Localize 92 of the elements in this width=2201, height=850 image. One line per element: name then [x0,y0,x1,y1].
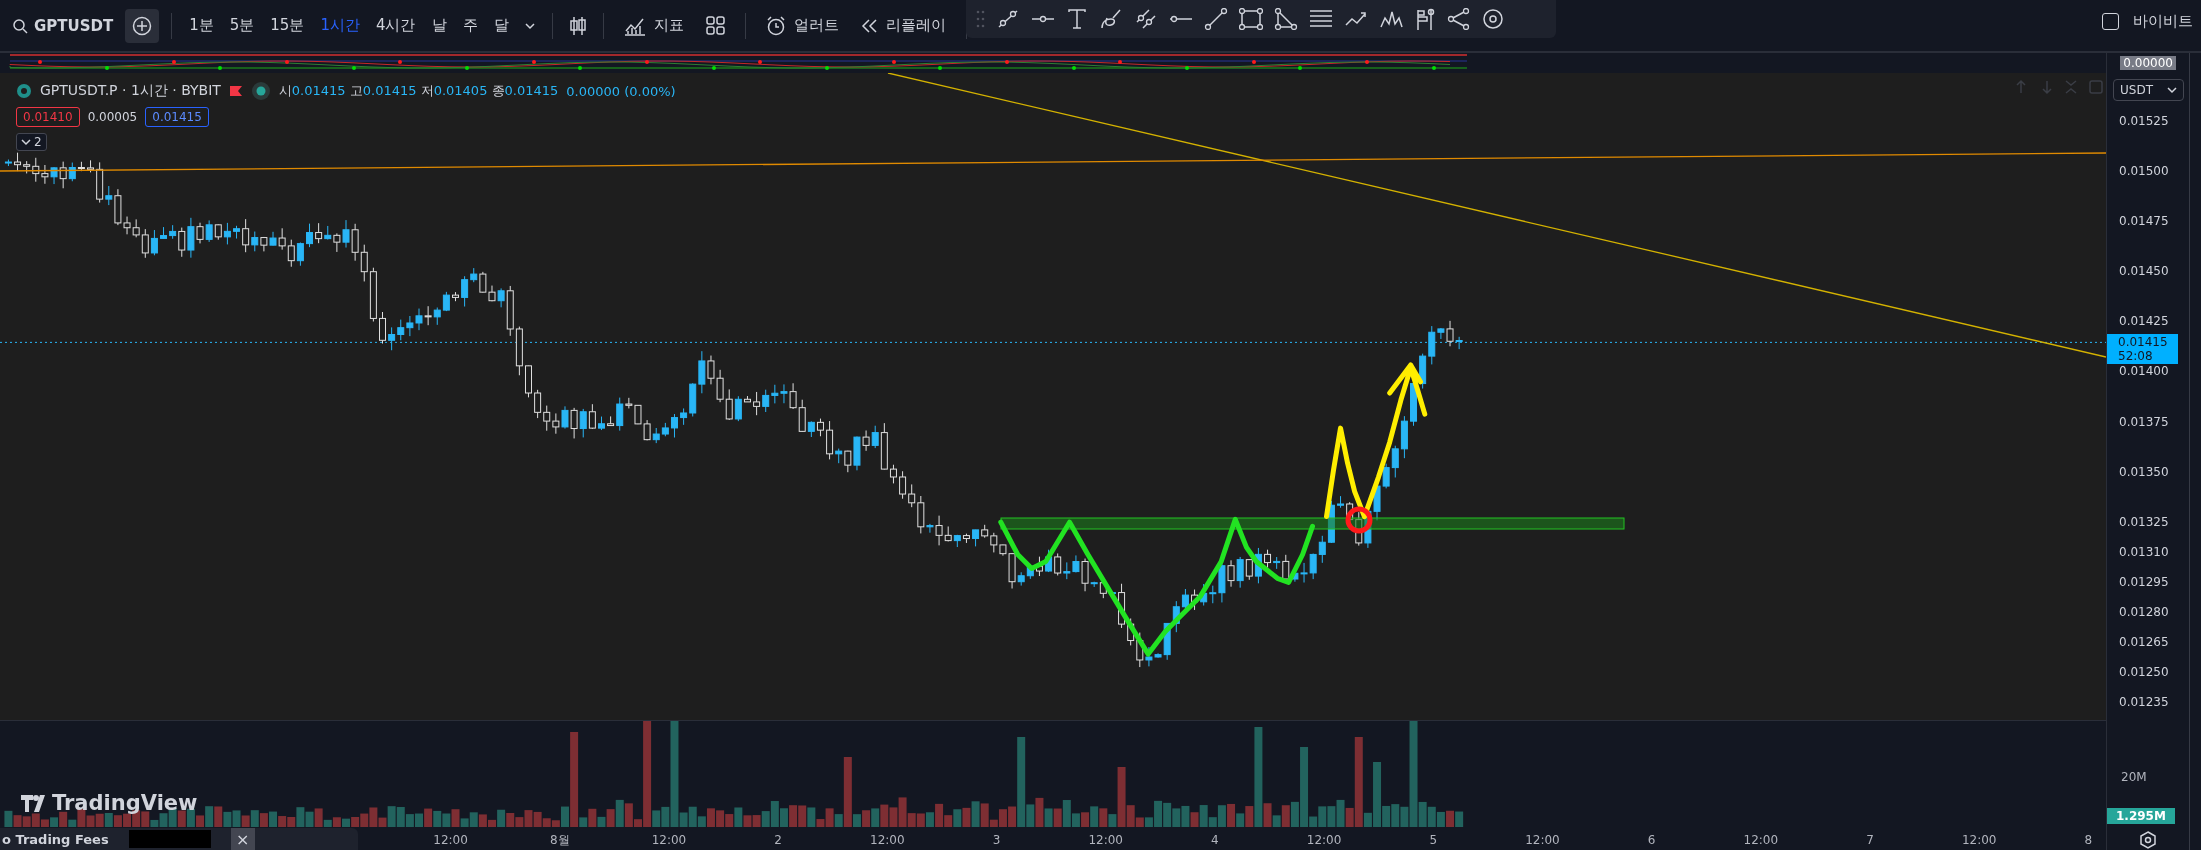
price-tick: 0.01265 [2119,634,2169,649]
price-tick: 0.01425 [2119,314,2169,329]
time-label: 8월 [548,831,571,849]
price-tick: 0.01295 [2119,574,2169,589]
price-tick: 0.01450 [2119,264,2169,279]
interval-button[interactable]: 달 [488,12,514,39]
triangle-icon[interactable] [1274,8,1298,30]
chevron-down-icon [2167,86,2177,94]
w-pattern-stroke[interactable] [998,516,1315,657]
target-icon[interactable] [1482,8,1504,30]
plus-icon [132,15,153,36]
support-zone[interactable] [1000,517,1625,530]
parallel-lines-icon[interactable] [1134,7,1158,31]
time-label: 12:00 [1305,833,1343,847]
checkbox[interactable] [2102,13,2119,30]
time-label: 12:00 [869,833,906,847]
time-label: 12:00 [432,833,469,847]
interval-button[interactable]: 4시간 [370,12,421,39]
status-dot-icon [250,81,271,101]
price-tick: 0.01525 [2119,114,2169,128]
rewind-icon [860,16,878,35]
interval-button[interactable]: 5분 [224,12,260,39]
volume-tick: 20M [2121,770,2147,784]
grid-icon [705,16,725,35]
fibonacci-lines-icon[interactable] [1309,8,1333,30]
interval-button[interactable]: 15분 [265,12,310,39]
time-label: 6 [1646,833,1657,847]
interval-button[interactable]: 주 [457,12,483,39]
price-tick: 0.01475 [2119,214,2169,229]
price-tick: 0.01375 [2119,414,2169,429]
rectangle-icon[interactable] [1239,8,1263,30]
tradingview-logo[interactable]: TradingView [20,791,198,815]
last-volume-label: 1.295M [2107,808,2175,824]
candlestick-icon [568,15,587,36]
time-label: 2 [773,833,783,847]
brush-icon[interactable] [1099,8,1123,30]
time-label: 12:00 [1960,833,1998,847]
price-tick: 0.01250 [2119,664,2169,679]
time-label: 5 [1428,833,1439,847]
time-label: 12:00 [1524,833,1561,847]
indicator-value: 0.00000 [2120,56,2176,70]
interval-button[interactable]: 1시간 [315,12,365,39]
price-tick: 0.01325 [2119,514,2169,529]
horizontal-line[interactable] [0,152,2106,172]
interval-button[interactable]: 1분 [184,12,219,39]
settings-icon[interactable] [2139,831,2158,849]
time-label: 4 [1210,833,1220,847]
price-tick: 0.01280 [2119,604,2169,619]
time-label: 3 [991,833,1002,847]
ohlc-values: 시0.01415 고0.01415 저0.01405 종0.01415 [278,82,559,100]
sell-price[interactable]: 0.01410 [16,107,80,127]
price-tick: 0.01310 [2119,544,2169,559]
price-tick: 0.01350 [2119,464,2169,479]
time-label: 7 [1865,833,1875,847]
coin-icon [16,83,32,99]
logo-mark-icon [20,793,46,813]
flag-icon[interactable] [1414,8,1436,30]
last-price-label: 0.01415 52:08 [2107,334,2178,365]
node-line-icon[interactable] [1447,8,1471,30]
price-tick: 0.01235 [2119,695,2169,709]
line-segment-icon[interactable] [1204,8,1228,30]
alarm-clock-icon [765,15,786,36]
add-symbol-button[interactable] [125,8,160,43]
time-label: 12:00 [1742,833,1780,847]
text-icon[interactable] [1066,8,1088,30]
grip-icon [976,9,985,29]
chevron-down-icon [21,138,31,146]
time-label: 12:00 [650,833,688,847]
checkbox-label: 바이비트 [2133,12,2193,31]
flag-icon[interactable] [228,85,243,97]
replay-button[interactable]: 리플레이 [852,12,954,39]
close-button[interactable]: × [230,828,255,850]
chevron-down-icon [523,20,536,31]
circle-mark[interactable] [1345,506,1373,534]
currency-dropdown[interactable]: USDT [2113,79,2184,101]
symbol-title: GPTUSDT.P · 1시간 · BYBIT [40,82,221,100]
trend-line-icon[interactable] [996,8,1020,30]
price-tick: 0.01500 [2119,164,2169,179]
popup-title: o Trading Fees [2,831,109,847]
symbol-search[interactable]: GPTUSDT [6,12,120,39]
buy-price[interactable]: 0.01415 [145,107,209,127]
search-icon [12,17,28,34]
price-tick: 0.01400 [2119,364,2169,379]
time-label: 8 [2083,833,2094,847]
time-label: 12:00 [1087,833,1124,847]
price-change: 0.00000 (0.00%) [566,83,676,99]
spread-value: 0.00005 [87,110,138,124]
arrow-stroke[interactable] [1324,362,1428,520]
indicators-button[interactable]: 지표 [615,11,692,40]
alert-button[interactable]: 얼러트 [757,11,847,40]
collapse-indicators-button[interactable]: 2 [16,133,47,151]
interval-button[interactable]: 날 [426,12,452,39]
